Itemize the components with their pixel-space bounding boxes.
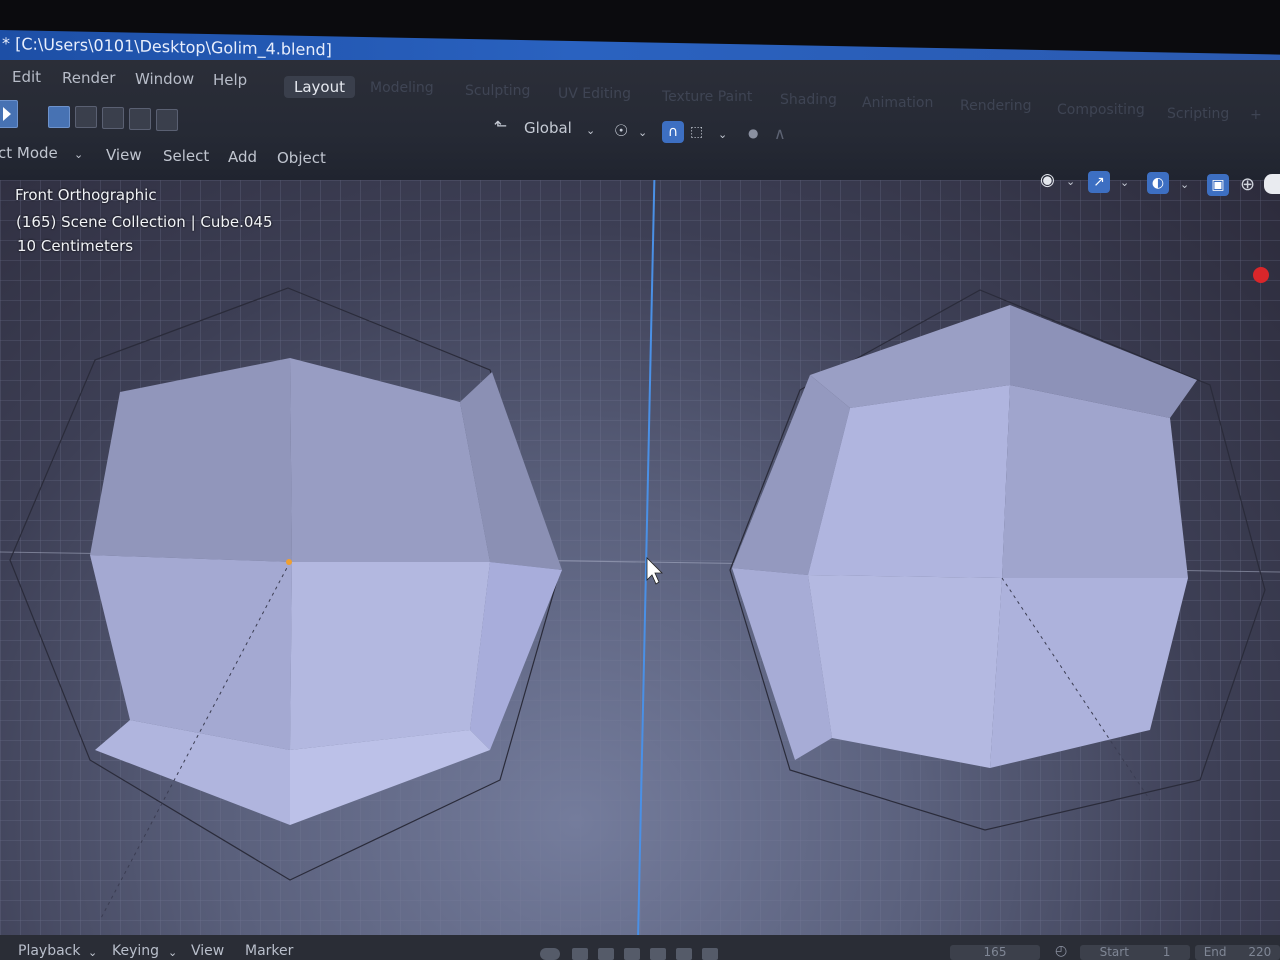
chevron-down-icon: ⌄: [1066, 175, 1076, 188]
menu-timeline-view[interactable]: View: [191, 943, 224, 959]
select-tool-icon[interactable]: [0, 100, 18, 128]
mode-invert-selection-icon[interactable]: [129, 108, 151, 130]
jump-end-button[interactable]: [702, 948, 718, 960]
end-value: 220: [1248, 945, 1272, 959]
mode-dropdown[interactable]: ct Mode: [0, 144, 58, 162]
mode-intersect-selection-icon[interactable]: [156, 109, 178, 131]
origin-dot[interactable]: [286, 559, 292, 565]
transform-orientation-dropdown[interactable]: Global: [524, 119, 572, 137]
record-icon: [1253, 267, 1269, 283]
3d-viewport[interactable]: Front Orthographic (165) Scene Collectio…: [0, 180, 1280, 935]
play-button[interactable]: [650, 948, 666, 960]
tab-texture-paint[interactable]: Texture Paint: [662, 89, 752, 105]
end-label: End: [1203, 945, 1227, 959]
auto-keying-button[interactable]: [540, 948, 560, 960]
proportional-edit-icon[interactable]: ●: [748, 126, 758, 140]
jump-keyframe-forward-button[interactable]: [676, 948, 692, 960]
shading-solid-icon[interactable]: [1264, 174, 1280, 194]
jump-start-button[interactable]: [572, 948, 588, 960]
eye-visibility-icon[interactable]: ◉: [1040, 170, 1055, 190]
start-value: 1: [1162, 945, 1171, 959]
end-frame-field[interactable]: End 220: [1195, 945, 1280, 960]
menu-select[interactable]: Select: [163, 147, 209, 165]
menu-render[interactable]: Render: [62, 69, 115, 87]
tab-compositing[interactable]: Compositing: [1057, 102, 1145, 118]
falloff-icon[interactable]: ∧: [774, 124, 786, 143]
start-label: Start: [1099, 945, 1129, 959]
overlay-icon[interactable]: ◐: [1147, 172, 1169, 194]
chevron-down-icon: ⌄: [586, 124, 596, 137]
mode-extend-selection-icon[interactable]: [75, 106, 97, 128]
menu-playback[interactable]: Playback: [18, 943, 80, 959]
chevron-down-icon: ⌄: [168, 946, 178, 959]
grid-scale: 10 Centimeters: [17, 237, 134, 255]
top-bar: Edit Render Window Help Layout Modeling …: [0, 60, 1280, 180]
stopwatch-icon[interactable]: ◴: [1055, 943, 1067, 959]
gizmo-icon[interactable]: ↗: [1088, 171, 1110, 193]
magnet-icon[interactable]: ∩: [662, 121, 684, 143]
tab-scripting[interactable]: Scripting: [1167, 106, 1229, 122]
jump-keyframe-back-button[interactable]: [598, 948, 614, 960]
menu-object[interactable]: Object: [277, 149, 326, 167]
mode-new-selection-icon[interactable]: [48, 106, 70, 128]
tab-rendering[interactable]: Rendering: [960, 98, 1032, 114]
wireframe-shading-icon[interactable]: ⊕: [1240, 174, 1255, 195]
mode-subtract-selection-icon[interactable]: [102, 107, 124, 129]
start-frame-field[interactable]: Start 1: [1080, 945, 1190, 960]
tab-layout[interactable]: Layout: [284, 76, 355, 98]
left-mesh-face: [290, 562, 490, 750]
menu-add[interactable]: Add: [228, 148, 257, 166]
chevron-down-icon: ⌄: [638, 126, 648, 139]
collection-info: (165) Scene Collection | Cube.045: [16, 213, 273, 231]
menu-edit[interactable]: Edit: [12, 68, 41, 86]
xray-icon[interactable]: ▣: [1207, 174, 1229, 196]
current-frame-field[interactable]: 165: [950, 945, 1040, 960]
menu-window[interactable]: Window: [135, 70, 194, 88]
window-title: * [C:\Users\0101\Desktop\Golim_4.blend]: [2, 34, 332, 60]
chevron-down-icon: ⌄: [74, 148, 84, 161]
chevron-down-icon: ⌄: [1180, 178, 1190, 191]
menu-view[interactable]: View: [106, 146, 142, 164]
blender-window: * [C:\Users\0101\Desktop\Golim_4.blend] …: [0, 0, 1280, 960]
viewport-canvas[interactable]: [0, 180, 1280, 935]
play-reverse-button[interactable]: [624, 948, 640, 960]
tab-modeling[interactable]: Modeling: [370, 80, 434, 96]
snap-target-icon[interactable]: ⬚: [690, 124, 703, 140]
menu-help[interactable]: Help: [213, 71, 247, 89]
tab-sculpting[interactable]: Sculpting: [465, 83, 530, 99]
view-name: Front Orthographic: [15, 186, 157, 204]
chevron-down-icon: ⌄: [88, 946, 98, 959]
menu-keying[interactable]: Keying: [112, 943, 159, 959]
tab-shading[interactable]: Shading: [780, 92, 837, 108]
tab-add-workspace[interactable]: +: [1250, 107, 1262, 123]
menu-marker[interactable]: Marker: [245, 943, 293, 959]
timeline-header: Playback ⌄ Keying ⌄ View Marker 165 ◴ St…: [0, 935, 1280, 960]
transform-orientation-icon: ⬑: [494, 116, 508, 135]
chevron-down-icon: ⌄: [1120, 176, 1130, 189]
chevron-down-icon: ⌄: [718, 128, 728, 141]
tab-animation[interactable]: Animation: [862, 95, 933, 111]
pivot-point-icon[interactable]: ☉: [614, 121, 628, 140]
tab-uv-editing[interactable]: UV Editing: [558, 86, 631, 102]
